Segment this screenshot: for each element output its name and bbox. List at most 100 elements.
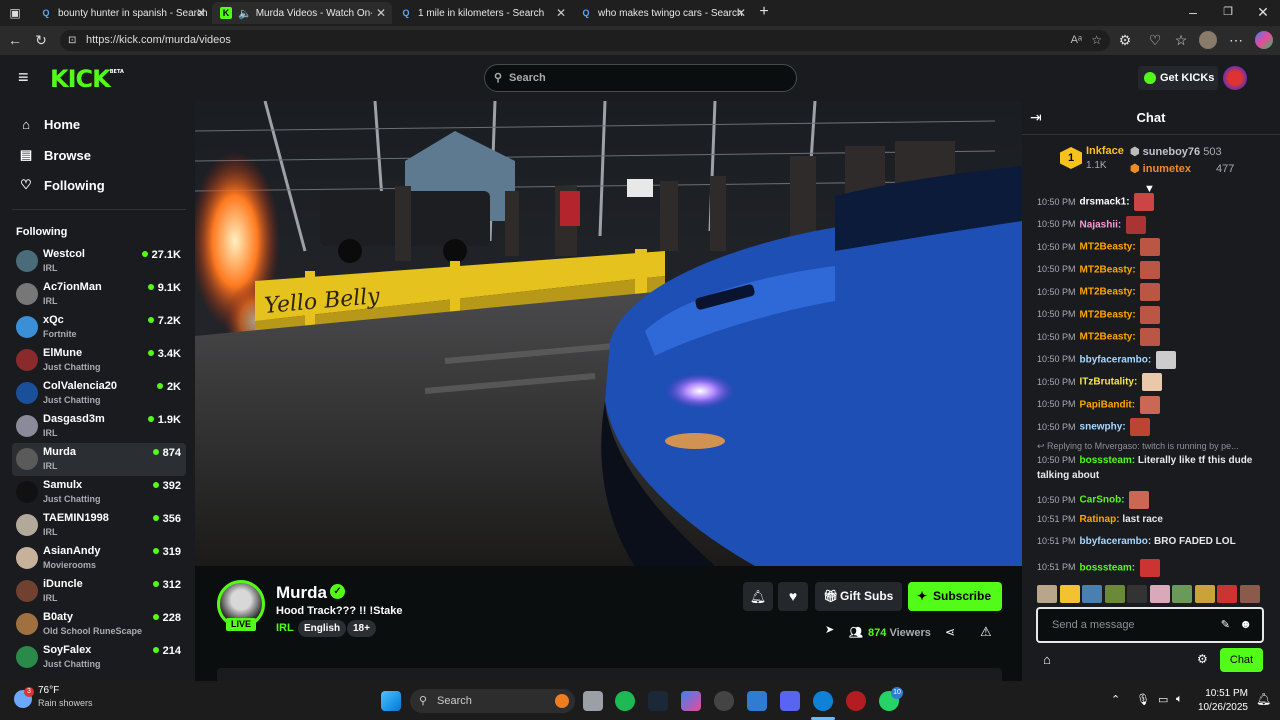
tab-bounty-hunter[interactable]: Q bounty hunter in spanish - Search ✕: [32, 2, 212, 24]
site-info-icon[interactable]: ⊡: [68, 30, 76, 51]
store-icon[interactable]: [747, 691, 767, 711]
spotify-icon[interactable]: [615, 691, 635, 711]
chat-settings-icon[interactable]: ⚙: [1197, 652, 1208, 666]
emoji-icon[interactable]: ☻: [1239, 617, 1252, 631]
hamburger-menu-icon[interactable]: ≡: [18, 68, 34, 86]
emote-icon[interactable]: [1059, 585, 1080, 603]
video-player[interactable]: Yello Belly: [195, 101, 1022, 566]
user-avatar[interactable]: [1223, 66, 1247, 90]
clock-time[interactable]: 10:51 PM: [1202, 688, 1248, 699]
follow-heart-button[interactable]: ♥: [778, 582, 808, 611]
more-menu-icon[interactable]: ⋯: [1227, 31, 1245, 49]
microphone-icon[interactable]: 🎙︎: [1136, 693, 1150, 706]
sidebar-channel-soyfalex[interactable]: SoyFalex Just Chatting 214: [12, 641, 186, 674]
close-tab-icon[interactable]: ✕: [196, 6, 206, 20]
steam-icon[interactable]: [648, 691, 668, 711]
message-username[interactable]: Ratinap: [1080, 514, 1117, 525]
tab-mile-km[interactable]: Q 1 mile in kilometers - Search ✕: [392, 2, 572, 24]
new-tab-icon[interactable]: +: [755, 3, 773, 21]
chatgpt-icon[interactable]: [714, 691, 734, 711]
message-username[interactable]: CarSnob: [1080, 495, 1122, 506]
gifter-3[interactable]: ⬢ inumetex 477: [1130, 162, 1234, 175]
task-view-icon[interactable]: [583, 691, 603, 711]
sidebar-channel-dasgasd3m[interactable]: Dasgasd3m IRL 1.9K: [12, 410, 186, 443]
emote-icon[interactable]: [1127, 585, 1147, 603]
nav-home[interactable]: ⌂ Home: [18, 117, 80, 132]
network-icon[interactable]: ▭: [1158, 693, 1168, 706]
refresh-icon[interactable]: ↻: [32, 31, 50, 49]
taskbar-search[interactable]: ⚲ Search: [410, 689, 575, 713]
emote-icon[interactable]: [1037, 585, 1057, 603]
close-window-icon[interactable]: ✕: [1254, 3, 1272, 21]
copilot-icon[interactable]: [1255, 31, 1273, 49]
send-chat-button[interactable]: Chat: [1220, 648, 1263, 672]
close-tab-icon[interactable]: ✕: [556, 6, 566, 20]
emote-icon[interactable]: [1104, 585, 1125, 603]
favorites-icon[interactable]: ☆: [1172, 31, 1190, 49]
message-username[interactable]: ITzBrutality: [1080, 377, 1134, 388]
copilot-app-icon[interactable]: [681, 691, 701, 711]
sidebar-channel-iduncle[interactable]: iDuncle IRL 312: [12, 575, 186, 608]
epic-app-icon[interactable]: [846, 691, 866, 711]
minimize-icon[interactable]: –: [1184, 3, 1202, 21]
back-icon[interactable]: ←: [6, 31, 24, 49]
message-username[interactable]: MT2Beasty: [1080, 242, 1133, 253]
browser-essentials-icon[interactable]: ♡: [1146, 31, 1164, 49]
message-username[interactable]: Najashii: [1080, 219, 1118, 230]
tab-murda-videos[interactable]: K 🔈 Murda Videos - Watch On-D ✕: [212, 2, 392, 24]
message-username[interactable]: MT2Beasty: [1080, 264, 1133, 275]
close-tab-icon[interactable]: ✕: [736, 6, 746, 20]
chat-input[interactable]: Send a message ✎ ☻: [1036, 607, 1264, 643]
sidebar-channel-asianandy[interactable]: AsianAndy Movierooms 319: [12, 542, 186, 575]
get-kicks-button[interactable]: Get KICKs: [1138, 66, 1218, 90]
kick-logo[interactable]: KICKBETA: [50, 65, 124, 93]
report-icon[interactable]: ⚠: [980, 624, 992, 640]
speaker-icon[interactable]: 🔈: [238, 7, 252, 20]
channel-name[interactable]: Murda: [276, 583, 327, 603]
emote-icon[interactable]: [1149, 585, 1170, 603]
message-username[interactable]: PapiBandit: [1080, 399, 1132, 410]
profile-avatar[interactable]: [1199, 31, 1217, 49]
nav-browse[interactable]: ▤ Browse: [18, 147, 91, 163]
gift-subs-button[interactable]: 🎁︎ Gift Subs: [815, 582, 902, 611]
message-username[interactable]: bosssteam: [1080, 562, 1132, 573]
favorite-star-icon[interactable]: ☆: [1091, 30, 1102, 51]
message-username[interactable]: bbyfacerambo: [1080, 354, 1148, 365]
sidebar-channel-samulx[interactable]: Samulx Just Chatting 392: [12, 476, 186, 509]
tag-18plus[interactable]: 18+: [347, 620, 376, 637]
gifter-2[interactable]: ⬢ suneboy76 503: [1130, 145, 1222, 158]
emote-icon[interactable]: [1217, 585, 1237, 603]
sidebar-channel-taemin1998[interactable]: TAEMIN1998 IRL 356: [12, 509, 186, 542]
read-aloud-icon[interactable]: Aᵃ: [1071, 30, 1082, 51]
tab-actions-icon[interactable]: ▣: [6, 4, 24, 22]
close-tab-icon[interactable]: ✕: [371, 6, 386, 20]
sidebar-channel-murda[interactable]: Murda IRL 874: [12, 443, 186, 476]
volume-icon[interactable]: 🔈︎: [1176, 693, 1183, 706]
notification-bell-button[interactable]: 🔔︎: [743, 582, 773, 611]
chat-store-icon[interactable]: ⌂: [1043, 652, 1051, 667]
discord-icon[interactable]: [780, 691, 800, 711]
clock-date[interactable]: 10/26/2025: [1194, 702, 1248, 713]
sidebar-channel-colvalencia20[interactable]: ColValencia20 Just Chatting 2K: [12, 377, 186, 410]
emote-icon[interactable]: [1194, 585, 1215, 603]
notification-icon[interactable]: 🔔︎: [1256, 692, 1271, 706]
message-username[interactable]: MT2Beasty: [1080, 309, 1133, 320]
tray-chevron-icon[interactable]: ⌃: [1111, 693, 1120, 706]
url-field[interactable]: ⊡ https://kick.com/murda/videos Aᵃ ☆: [60, 30, 1110, 51]
sidebar-channel-ac7ionman[interactable]: Ac7ionMan IRL 9.1K: [12, 278, 186, 311]
emote-icon[interactable]: [1172, 585, 1192, 603]
extensions-icon[interactable]: ⚙: [1116, 31, 1134, 49]
search-input[interactable]: ⚲ Search: [484, 64, 797, 92]
nav-following[interactable]: ♡ Following: [18, 177, 104, 193]
sidebar-channel-westcol[interactable]: Westcol IRL 27.1K: [12, 245, 186, 278]
subscribe-button[interactable]: ✦ Subscribe: [908, 582, 1002, 611]
sidebar-channel-elmune[interactable]: ElMune Just Chatting 3.4K: [12, 344, 186, 377]
message-username[interactable]: MT2Beasty: [1080, 332, 1133, 343]
message-username[interactable]: bbyfacerambo: [1080, 536, 1148, 547]
message-username[interactable]: drsmack1: [1080, 197, 1127, 208]
quick-emote-icon[interactable]: ✎: [1221, 618, 1230, 631]
edge-icon[interactable]: [813, 691, 833, 711]
share-icon[interactable]: ⋖: [945, 625, 955, 639]
category-link[interactable]: IRL: [276, 622, 294, 634]
message-username[interactable]: snewphy: [1080, 422, 1123, 433]
